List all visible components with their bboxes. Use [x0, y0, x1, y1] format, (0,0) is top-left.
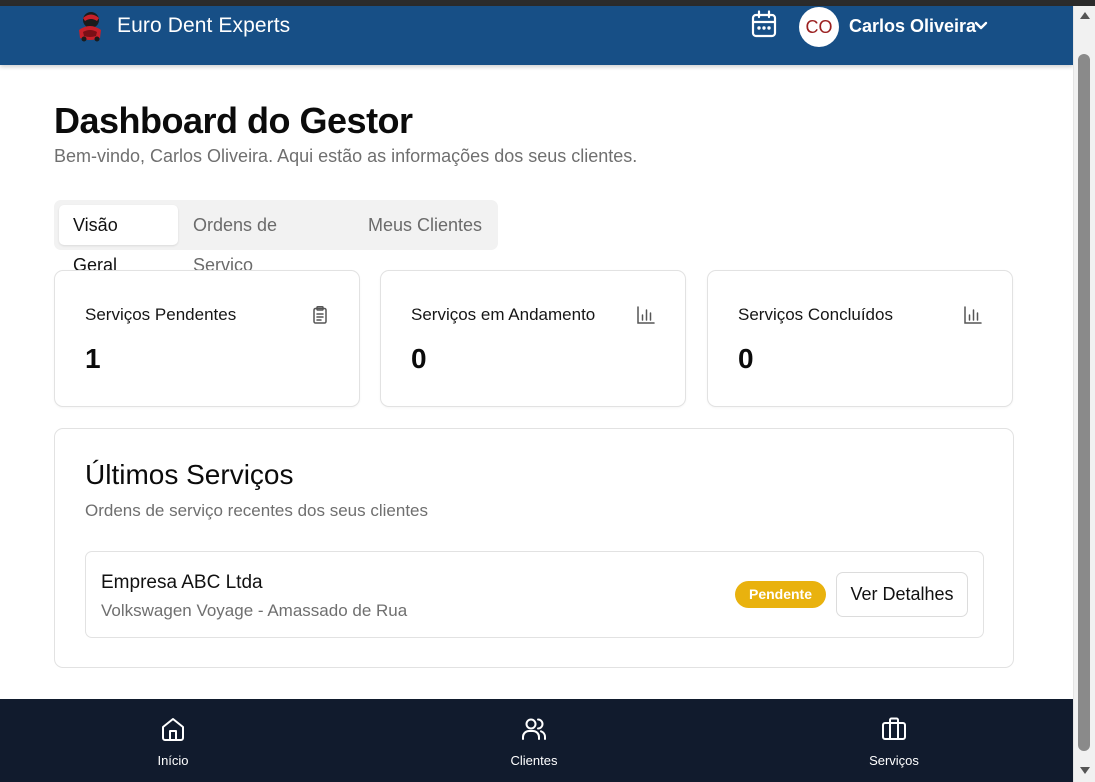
- app-header: Euro Dent Experts CO Carlos Oliveira: [0, 6, 1073, 65]
- calendar-icon[interactable]: [750, 9, 778, 39]
- clipboard-icon: [313, 306, 327, 324]
- user-avatar[interactable]: CO: [799, 7, 839, 47]
- stat-label: Serviços em Andamento: [411, 305, 596, 324]
- user-menu-name[interactable]: Carlos Oliveira: [849, 16, 976, 37]
- bar-chart-icon: [964, 306, 982, 324]
- recent-services-title: Últimos Serviços: [85, 459, 294, 490]
- tab-ordens-de-servico[interactable]: Ordens de Serviço: [179, 205, 349, 275]
- service-vehicle-detail: Volkswagen Voyage - Amassado de Rua: [101, 601, 408, 620]
- stat-value: 0: [738, 343, 754, 374]
- status-badge: Pendente: [735, 581, 826, 608]
- chevron-down-icon[interactable]: [973, 18, 989, 34]
- stat-card-concluidos: Serviços Concluídos 0: [707, 270, 1013, 407]
- dashboard-tabs: Visão Geral Ordens de Serviço Meus Clien…: [54, 200, 498, 275]
- scroll-up-arrow-icon[interactable]: [1080, 12, 1090, 19]
- tab-meus-clientes[interactable]: Meus Clientes: [354, 205, 498, 245]
- brand-name[interactable]: Euro Dent Experts: [117, 14, 290, 38]
- stat-label: Serviços Concluídos: [738, 305, 893, 324]
- recent-services-card: Últimos Serviços Ordens de serviço recen…: [54, 428, 1014, 668]
- scroll-down-arrow-icon[interactable]: [1080, 767, 1090, 774]
- stat-value: 0: [411, 343, 427, 374]
- bottom-navigation: Início Clientes Serviços: [0, 699, 1073, 782]
- nav-label: Serviços: [869, 753, 919, 768]
- service-list-item: Empresa ABC Ltda Volkswagen Voyage - Ama…: [85, 551, 984, 638]
- stat-value: 1: [85, 343, 101, 374]
- service-company-name: Empresa ABC Ltda: [101, 572, 263, 593]
- nav-item-inicio[interactable]: Início: [113, 699, 233, 782]
- scrollbar-thumb[interactable]: [1078, 54, 1090, 751]
- stat-card-em-andamento: Serviços em Andamento 0: [380, 270, 686, 407]
- car-dent-logo-icon[interactable]: [73, 8, 107, 44]
- page-subtitle: Bem-vindo, Carlos Oliveira. Aqui estão a…: [54, 146, 638, 166]
- users-icon: [522, 718, 547, 740]
- home-icon: [162, 718, 184, 741]
- tab-visao-geral[interactable]: Visão Geral: [59, 205, 178, 275]
- briefcase-icon: [882, 717, 906, 740]
- view-details-button[interactable]: Ver Detalhes: [836, 572, 968, 617]
- page-title: Dashboard do Gestor: [54, 100, 413, 141]
- recent-services-subtitle: Ordens de serviço recentes dos seus clie…: [85, 501, 429, 520]
- nav-label: Início: [157, 753, 189, 768]
- bar-chart-icon: [637, 306, 655, 324]
- stat-card-pendentes: Serviços Pendentes 1: [54, 270, 360, 407]
- nav-item-clientes[interactable]: Clientes: [474, 699, 594, 782]
- nav-label: Clientes: [510, 753, 558, 768]
- vertical-scrollbar[interactable]: [1073, 6, 1095, 782]
- stat-label: Serviços Pendentes: [85, 305, 237, 324]
- nav-item-servicos[interactable]: Serviços: [834, 699, 954, 782]
